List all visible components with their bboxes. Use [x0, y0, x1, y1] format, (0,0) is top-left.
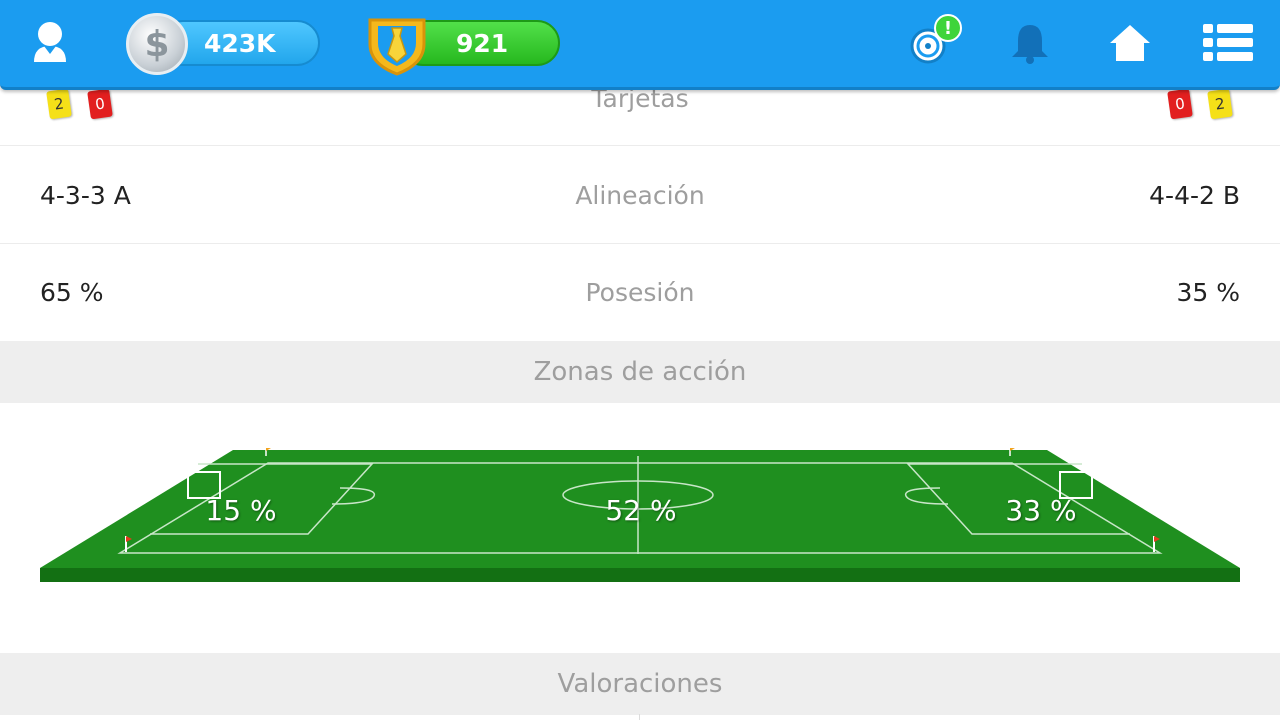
- progress-button[interactable]: !: [902, 14, 962, 68]
- home-formation: 4-3-3 A: [40, 180, 131, 210]
- formation-row: 4-3-3 A Alineación 4-4-2 B: [0, 147, 1280, 244]
- away-formation: 4-4-2 B: [1149, 180, 1240, 210]
- menu-list-icon[interactable]: [1200, 18, 1256, 68]
- zone-right-percent: 33 %: [1005, 494, 1077, 527]
- notification-badge: !: [934, 14, 962, 42]
- profile-icon[interactable]: [30, 18, 70, 64]
- home-red-card: 0: [87, 88, 113, 120]
- zone-center-percent: 52 %: [605, 494, 677, 527]
- zones-header: Zonas de acción: [0, 341, 1280, 403]
- away-possession: 35 %: [1176, 278, 1240, 307]
- possession-row: 65 % Posesión 35 %: [0, 244, 1280, 341]
- away-yellow-card: 2: [1207, 88, 1233, 120]
- home-icon[interactable]: [1102, 18, 1158, 68]
- home-possession: 65 %: [40, 278, 104, 307]
- money-value: 423K: [204, 28, 276, 58]
- home-yellow-card: 2: [46, 88, 72, 120]
- bell-icon[interactable]: [1002, 18, 1058, 68]
- away-red-card: 0: [1167, 88, 1193, 120]
- formation-label: Alineación: [575, 180, 705, 210]
- coin-icon: $: [126, 13, 188, 75]
- manager-badge-icon: [362, 10, 432, 78]
- zone-left-percent: 15 %: [205, 494, 277, 527]
- possession-label: Posesión: [585, 278, 695, 307]
- ratings-header: Valoraciones: [0, 653, 1280, 715]
- divider: [639, 714, 640, 720]
- top-bar: $ 423K 921 !: [0, 0, 1280, 90]
- points-value: 921: [456, 28, 509, 58]
